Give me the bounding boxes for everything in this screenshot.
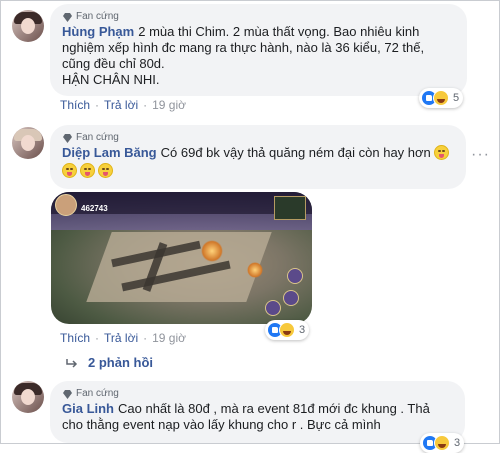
avatar[interactable] [12,10,44,42]
view-replies-link[interactable]: 2 phản hồi [66,355,153,370]
comment-text-line2: HẬN CHÂN NHI. [62,72,160,87]
comment-bubble: Fan cứng Hùng Phạm 2 mùa thi Chim. 2 mùa … [50,4,467,96]
reply-link[interactable]: Trả lời [104,331,138,345]
comment-text: Có 69đ bk vậy thả quăng ném đại còn hay … [160,145,431,160]
commenter-name[interactable]: Hùng Phạm [62,24,134,39]
commenter-name[interactable]: Gia Linh [62,401,114,416]
separator: · [95,98,100,112]
attached-game-screenshot[interactable]: 462743 [51,192,312,324]
avatar[interactable] [12,127,44,159]
commenter-name[interactable]: Diệp Lam Băng [62,145,157,160]
haha-reaction-icon [279,322,295,338]
fan-badge: Fan cứng [62,131,454,145]
fan-badge-icon [63,389,72,399]
fan-badge-icon [63,133,72,143]
fan-badge: Fan cứng [62,387,453,401]
separator: · [143,331,148,345]
separator: · [95,331,100,345]
fan-badge-label: Fan cứng [76,388,119,399]
reaction-summary[interactable]: 5 [419,88,464,108]
reaction-count: 5 [453,92,460,104]
fan-badge-icon [63,12,72,22]
reaction-count: 3 [299,324,306,336]
separator: · [143,98,148,112]
replies-count-label: 2 phản hồi [88,355,153,370]
emoji-tongue-icon [98,163,113,178]
fan-badge: Fan cứng [62,10,455,24]
haha-reaction-icon [434,435,450,451]
reaction-count: 3 [454,437,461,449]
fan-badge-label: Fan cứng [76,132,119,143]
emoji-tongue-icon [62,163,77,178]
timestamp[interactable]: 19 giờ [152,98,186,112]
reply-link[interactable]: Trả lời [104,98,138,112]
haha-reaction-icon [433,90,449,106]
game-power-value: 462743 [81,204,108,213]
reply-arrow-icon [66,358,78,368]
comment-bubble: Fan cứng Diệp Lam Băng Có 69đ bk vậy thả … [50,125,466,189]
comment-bubble: Fan cứng Gia Linh Cao nhất là 80đ , mà ra… [50,381,465,443]
comment-actions: Thích · Trả lời · 19 giờ [60,98,186,112]
emoji-tongue-icon [433,145,449,160]
like-link[interactable]: Thích [60,98,90,112]
comment-actions: Thích · Trả lời · 19 giờ [60,331,186,345]
emoji-tongue-icon [80,163,95,178]
timestamp[interactable]: 19 giờ [152,331,186,345]
reaction-summary[interactable]: 3 [265,320,310,340]
comment-text: Cao nhất là 80đ , mà ra event 81đ mới đc… [62,401,430,432]
avatar[interactable] [12,381,44,413]
fan-badge-label: Fan cứng [76,11,119,22]
more-options-icon[interactable]: ··· [471,147,490,163]
like-link[interactable]: Thích [60,331,90,345]
reaction-summary[interactable]: 3 [420,433,465,453]
